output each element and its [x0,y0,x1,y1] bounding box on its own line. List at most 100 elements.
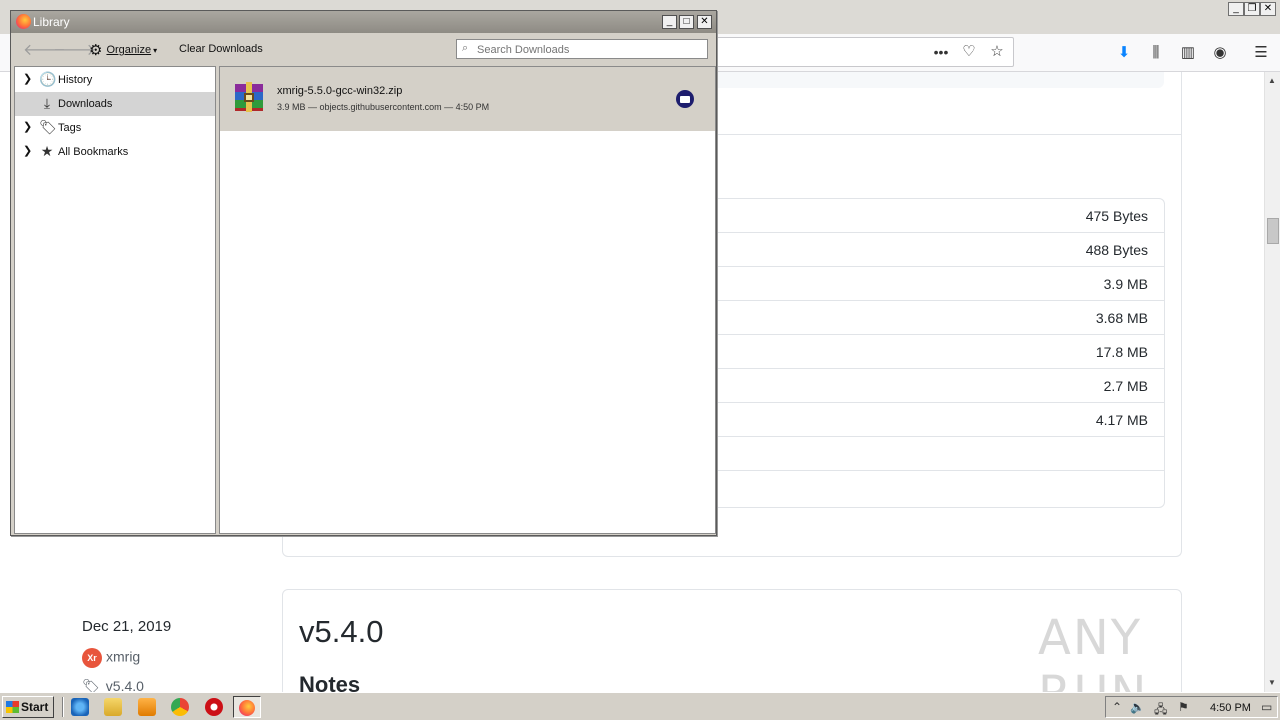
asset-size: 475 Bytes [1085,208,1148,224]
search-icon: ⌕ [462,42,469,54]
clear-downloads-button[interactable]: Clear Downloads [179,43,263,55]
sidebar-item-tags[interactable]: ❯ 🏷 Tags [15,116,215,140]
maximize-button[interactable]: □ [679,15,694,29]
internet-explorer-icon[interactable] [71,698,89,716]
bookmark-star-icon[interactable]: ☆ [987,42,1007,62]
download-icon: ⤓ [43,95,51,111]
asset-size: 3.9 MB [1103,276,1148,292]
library-window: Library _ □ ✕ 🡐 🡒 ⚙ Organize ▾ Clear Downl… [10,10,717,536]
scroll-up-icon[interactable]: ▲ [1268,76,1276,85]
flag-icon[interactable]: ⚑ [1178,700,1189,714]
asset-row[interactable]: 475 Bytes [700,199,1164,233]
scrollbar[interactable]: ▲ ▼ [1264,72,1280,692]
system-tray: ⌃ 🔈 🖧 ⚑ 4:50 PM ▭ [1105,696,1278,718]
sidebar-item-history[interactable]: ❯ 🕒 History [15,68,215,92]
sidebar-item-label: Downloads [58,98,113,110]
gear-icon: ⚙ [89,42,103,59]
release-tag[interactable]: 🏷 v5.4.0 [82,678,144,692]
avatar: Xr [82,648,102,668]
sidebar-item-all-bookmarks[interactable]: ❯ ★ All Bookmarks [15,140,215,164]
sidebar-icon[interactable]: ▥ [1178,43,1198,63]
explorer-folder-icon[interactable] [104,698,122,716]
sidebar-item-label: All Bookmarks [58,146,129,158]
asset-size: 488 Bytes [1085,242,1148,258]
asset-row[interactable]: 488 Bytes [700,233,1164,267]
library-titlebar[interactable]: Library _ □ ✕ [11,11,716,33]
clock-icon: 🕒 [39,71,57,87]
tag-label[interactable]: v5.4.0 [106,678,144,692]
taskbar: Start ⌃ 🔈 🖧 ⚑ 4:50 PM ▭ [0,692,1280,720]
asset-size: 17.8 MB [1095,344,1148,360]
star-icon: ★ [40,143,54,159]
start-button[interactable]: Start [2,696,54,718]
more-icon[interactable]: ••• [931,42,951,62]
firefox-task-button[interactable] [233,696,261,718]
asset-row[interactable]: 3.9 MB [700,267,1164,301]
asset-row[interactable]: 17.8 MB [700,335,1164,369]
sidebar-item-label: Tags [58,122,82,134]
search-input[interactable] [477,42,702,57]
open-folder-icon[interactable] [676,90,694,108]
chevron-right-icon[interactable]: ❯ [23,120,32,133]
close-button[interactable]: ✕ [697,15,712,29]
account-icon[interactable]: ◉ [1210,43,1230,63]
menu-icon[interactable]: ☰ [1251,43,1271,63]
opera-icon[interactable] [205,698,223,716]
downloads-list: xmrig-5.5.0-gcc-win32.zip 3.9 MB — objec… [219,66,716,534]
assets-table: 475 Bytes 488 Bytes 3.9 MB 3.68 MB 17.8 … [700,198,1165,508]
chevron-up-icon[interactable]: ⌃ [1112,700,1122,714]
organize-menu[interactable]: ⚙ Organize ▾ [89,41,157,59]
minimize-button[interactable]: _ [1228,2,1244,16]
asset-row[interactable] [700,437,1164,471]
tag-icon: 🏷 [39,119,57,135]
asset-size: 2.7 MB [1103,378,1148,394]
sidebar-item-downloads[interactable]: ⤓ Downloads [15,92,215,116]
download-status: 3.9 MB — objects.githubusercontent.com —… [277,102,490,112]
firefox-icon [239,700,255,716]
sidebar-item-label: History [58,74,93,86]
library-sidebar: ❯ 🕒 History ⤓ Downloads ❯ 🏷 Tags ❯ ★ All… [14,66,216,534]
chevron-right-icon[interactable]: ❯ [23,72,32,85]
network-icon[interactable]: 🖧 [1154,700,1167,721]
download-filename: xmrig-5.5.0-gcc-win32.zip [277,85,403,97]
window-title: Library [33,15,70,29]
author-name[interactable]: xmrig [106,649,140,665]
chevron-down-icon: ▾ [153,46,158,55]
asset-row[interactable]: 3.68 MB [700,301,1164,335]
downloads-icon[interactable]: ⬇ [1114,43,1134,63]
library-toolbar: 🡐 🡒 ⚙ Organize ▾ Clear Downloads ⌕ [11,33,716,65]
release-title[interactable]: v5.4.0 [299,614,383,650]
show-desktop-icon[interactable]: ▭ [1261,700,1272,714]
restore-button[interactable]: ❐ [1244,2,1260,16]
scroll-down-icon[interactable]: ▼ [1268,678,1276,687]
windows-logo-icon [6,701,19,713]
tag-icon: 🏷 [82,678,100,692]
asset-row[interactable]: 2.7 MB [700,369,1164,403]
asset-size: 3.68 MB [1095,310,1148,326]
minimize-button[interactable]: _ [662,15,677,29]
firefox-icon [16,14,31,29]
release-footer-bar [700,72,1164,88]
divider [62,697,64,717]
asset-row[interactable]: 4.17 MB [700,403,1164,437]
library-icon[interactable]: ⫼ [1146,43,1166,63]
start-label: Start [21,700,49,714]
download-item[interactable]: xmrig-5.5.0-gcc-win32.zip 3.9 MB — objec… [220,67,715,131]
chevron-right-icon[interactable]: ❯ [23,144,32,157]
media-player-icon[interactable] [138,698,156,716]
search-box[interactable]: ⌕ [456,39,708,59]
scroll-thumb[interactable] [1267,218,1279,244]
release-date: Dec 21, 2019 [82,618,172,635]
winrar-archive-icon [235,82,263,112]
clock[interactable]: 4:50 PM [1210,702,1251,714]
volume-icon[interactable]: 🔈 [1130,700,1145,714]
notes-heading: Notes [299,672,361,692]
asset-size: 4.17 MB [1095,412,1148,428]
close-button[interactable]: ✕ [1260,2,1276,16]
watermark-logo: ANY RUN [1038,610,1146,692]
release-author[interactable]: Xr xmrig [82,648,140,668]
pocket-icon[interactable]: ♡ [959,42,979,62]
organize-label: Organize [106,44,152,56]
url-bar[interactable]: ••• ♡ ☆ [700,37,1014,67]
chrome-icon[interactable] [171,698,189,716]
